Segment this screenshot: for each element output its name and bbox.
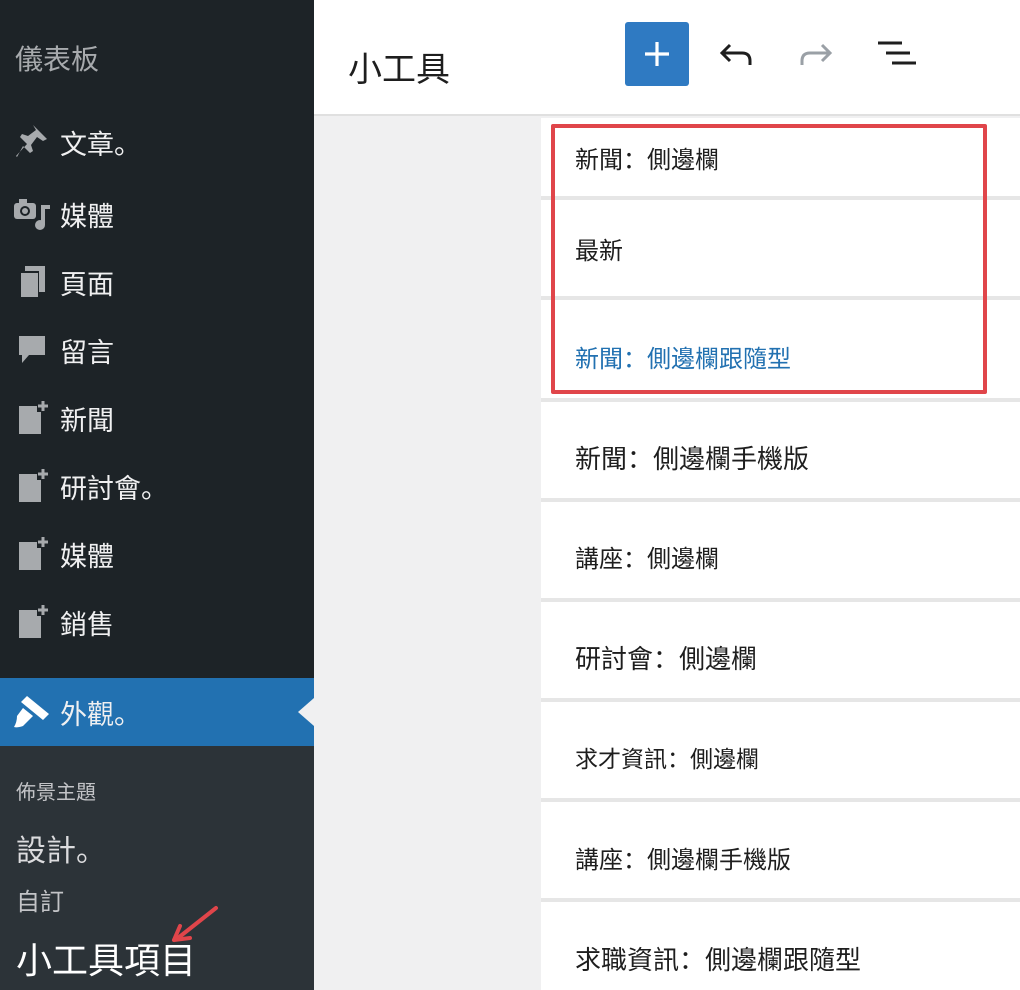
sidebar-item-label: 新聞 <box>60 405 114 437</box>
sidebar-item-label: 銷售 <box>60 609 114 641</box>
sidebar-item-label: 媒體 <box>60 201 114 233</box>
sidebar-item-appearance[interactable]: 外觀。 <box>0 678 314 746</box>
redo-button[interactable] <box>792 30 840 78</box>
list-item[interactable]: 新聞：側邊欄 <box>541 118 1020 200</box>
sidebar-item-media-post[interactable]: 媒體 <box>0 524 314 584</box>
list-item[interactable]: 研討會：側邊欄 <box>541 602 1020 702</box>
submenu-item-themes[interactable]: 佈景主題 <box>16 776 96 805</box>
sidebar-item-media[interactable]: 媒體 <box>0 184 314 244</box>
pin-icon <box>0 112 60 172</box>
submenu-item-customize[interactable]: 自訂 <box>16 882 64 917</box>
list-item[interactable]: 講座：側邊欄手機版 <box>541 802 1020 902</box>
list-item[interactable]: 求職資訊：側邊欄跟隨型 <box>541 902 1020 990</box>
sidebar-item-sales[interactable]: 銷售 <box>0 592 314 652</box>
post-add-icon <box>0 388 60 448</box>
sidebar-item-posts[interactable]: 文章。 <box>0 112 314 172</box>
sidebar-item-dashboard[interactable]: 儀表板 <box>15 38 99 78</box>
list-item[interactable]: 新聞：側邊欄跟隨型 <box>541 300 1020 402</box>
annotation-arrow-icon <box>172 906 218 942</box>
sidebar-item-label: 外觀。 <box>60 699 141 731</box>
undo-icon <box>719 43 752 65</box>
undo-button[interactable] <box>712 30 760 78</box>
post-add-icon <box>0 524 60 584</box>
sidebar-item-comments[interactable]: 留言 <box>0 320 314 380</box>
editor-header: 小工具 <box>314 0 1020 116</box>
list-item[interactable]: 求才資訊：側邊欄 <box>541 702 1020 802</box>
post-add-icon <box>0 456 60 516</box>
plus-icon <box>645 42 669 66</box>
sidebar-item-label: 媒體 <box>60 541 114 573</box>
submenu-item-design[interactable]: 設計。 <box>16 826 106 870</box>
sidebar-item-pages[interactable]: 頁面 <box>0 252 314 312</box>
sidebar-item-label: 文章。 <box>60 129 141 161</box>
list-view-icon <box>878 41 916 65</box>
list-item[interactable]: 講座：側邊欄 <box>541 502 1020 602</box>
list-item[interactable]: 最新 <box>541 200 1020 300</box>
admin-sidebar: 儀表板 文章。 媒體 頁面 留言 新聞 研討會。 媒體 銷售 外觀。 佈景主題 … <box>0 0 314 990</box>
redo-icon <box>800 43 833 65</box>
list-view-button[interactable] <box>872 30 920 78</box>
sidebar-item-label: 頁面 <box>60 269 114 301</box>
sidebar-item-label: 留言 <box>60 337 114 369</box>
sidebar-item-label: 研討會。 <box>60 473 168 505</box>
widget-area-list: 新聞：側邊欄 最新 新聞：側邊欄跟隨型 新聞：側邊欄手機版 講座：側邊欄 研討會… <box>541 118 1020 990</box>
add-block-button[interactable] <box>625 22 689 86</box>
pages-icon <box>0 252 60 312</box>
brush-icon <box>0 682 60 742</box>
sidebar-item-news[interactable]: 新聞 <box>0 388 314 448</box>
media-icon <box>0 184 60 244</box>
list-item[interactable]: 新聞：側邊欄手機版 <box>541 402 1020 502</box>
sidebar-item-seminar[interactable]: 研討會。 <box>0 456 314 516</box>
page-title: 小工具 <box>348 50 450 90</box>
comments-icon <box>0 320 60 380</box>
post-add-icon <box>0 592 60 652</box>
appearance-submenu: 佈景主題 設計。 自訂 小工具項目 <box>0 746 314 990</box>
